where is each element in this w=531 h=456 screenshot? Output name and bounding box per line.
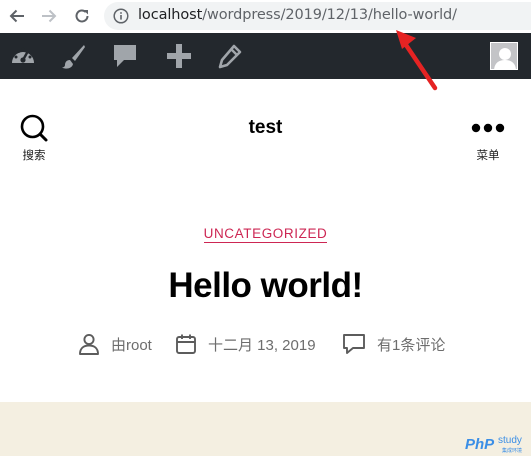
post-category: UNCATEGORIZED [0,225,531,243]
admin-comments-button[interactable] [110,41,140,71]
post-comments[interactable]: 有1条评论 [342,332,445,356]
comments-icon [114,45,136,67]
user-icon [79,333,99,355]
reload-button[interactable] [69,3,95,29]
admin-customize-button[interactable] [58,41,88,71]
reload-icon [75,9,89,23]
admin-new-content-button[interactable] [164,41,194,71]
menu-dots-icon [471,123,505,133]
watermark-small: 集成环境 [502,448,523,454]
url-host: localhost [138,7,203,23]
forward-icon [42,9,57,23]
user-avatar-icon [491,43,517,69]
user-avatar[interactable] [490,42,518,70]
site-header: 搜索 test 菜单 [0,79,531,169]
content-background-band [0,402,531,456]
menu-label: 菜单 [476,150,500,162]
post-author[interactable]: 由root [78,332,152,356]
phpstudy-watermark: PhP study 集成环境 [465,435,525,456]
watermark-sub: study [498,435,522,446]
menu-toggle-button[interactable]: 菜单 [463,113,513,163]
address-bar[interactable]: localhost/wordpress/2019/12/13/hello-wor… [104,2,531,30]
url-text[interactable]: localhost/wordpress/2019/12/13/hello-wor… [138,7,457,23]
date-text: 十二月 13, 2019 [208,336,316,354]
dashboard-icon [12,47,34,63]
customize-brush-icon [62,45,85,69]
author-text: 由root [111,336,152,354]
info-icon[interactable] [113,8,129,24]
calendar-icon [176,334,196,354]
edit-pencil-icon [218,44,242,69]
forward-button[interactable] [36,3,62,29]
wp-admin-bar [0,33,531,79]
new-content-icon [167,44,191,68]
admin-edit-post-button[interactable] [215,41,245,71]
browser-toolbar: localhost/wordpress/2019/12/13/hello-wor… [0,0,531,33]
comments-text: 有1条评论 [377,336,446,354]
annotation-arrow-icon [396,30,438,91]
admin-dashboard-button[interactable] [8,41,38,71]
site-title[interactable]: test [0,117,531,139]
back-button[interactable] [4,3,30,29]
url-path: /wordpress/2019/12/13/hello-world/ [202,7,457,23]
watermark-brand: PhP [465,436,495,453]
search-label: 搜索 [22,150,46,162]
post-date[interactable]: 十二月 13, 2019 [175,332,316,356]
back-icon [9,9,24,23]
post-title: Hello world! [168,266,363,305]
comment-icon [343,334,365,354]
category-link[interactable]: UNCATEGORIZED [203,226,328,243]
